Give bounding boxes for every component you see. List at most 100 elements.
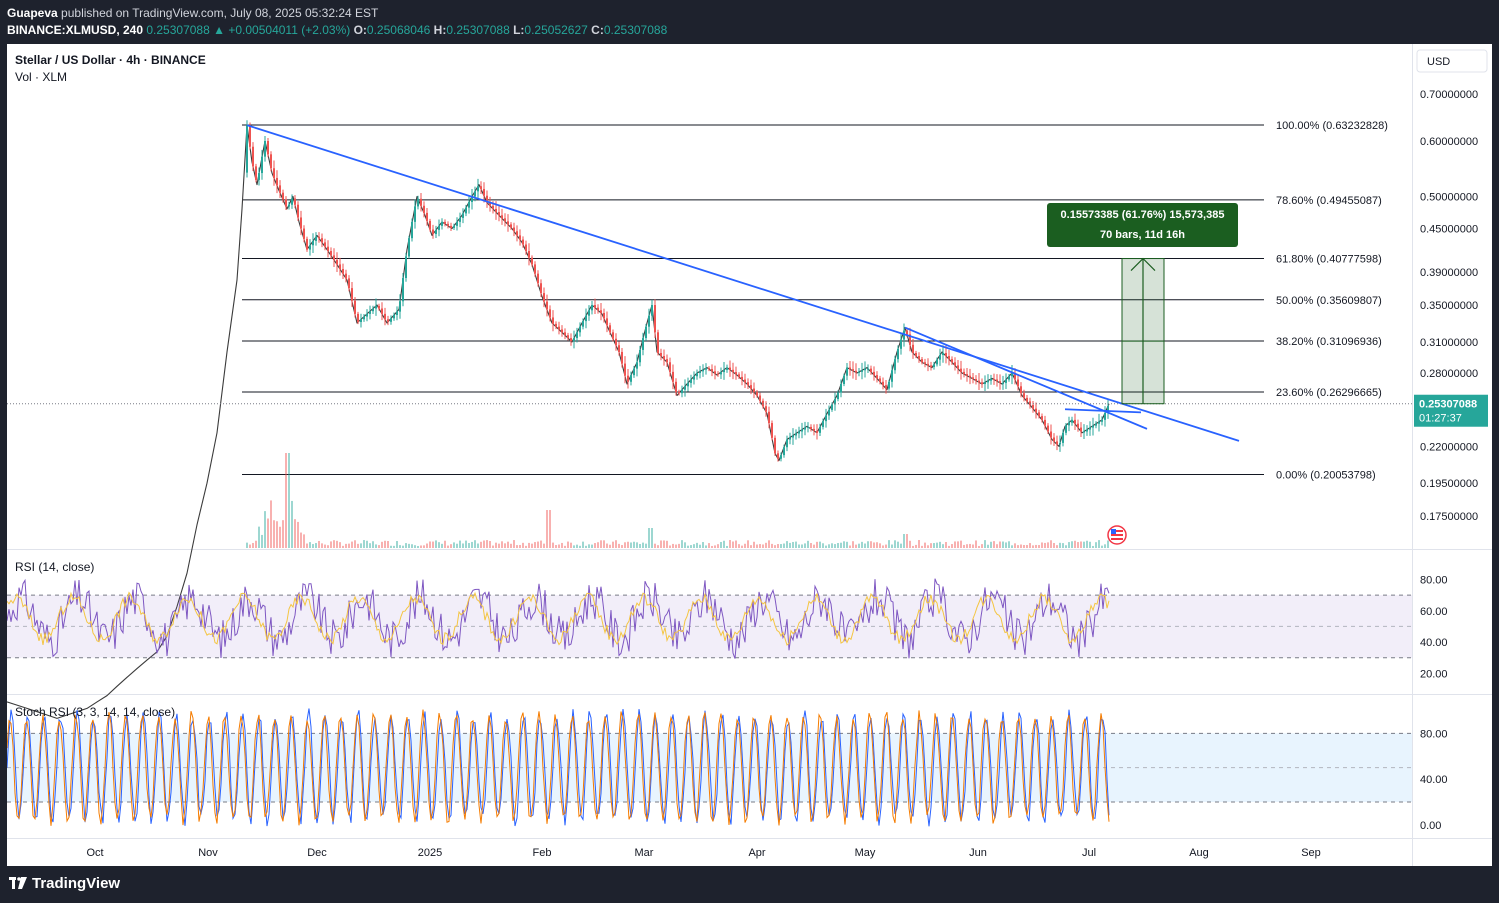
volume-bar (486, 540, 488, 548)
volume-bar (822, 543, 824, 548)
volume-bar (498, 543, 500, 548)
volume-bar (657, 545, 659, 548)
volume-bar (306, 543, 308, 548)
volume-bar (402, 545, 404, 548)
volume-bar (246, 542, 248, 548)
volume-bar (396, 541, 398, 548)
candle-body (972, 377, 974, 379)
stoch-title[interactable]: Stoch RSI (3, 3, 14, 14, close) (15, 705, 175, 719)
volume-bar (975, 540, 977, 548)
rsi-title[interactable]: RSI (14, close) (15, 560, 94, 574)
candle-body (753, 388, 755, 393)
candle-body (387, 319, 389, 322)
candle-body (987, 380, 989, 383)
volume-bar (756, 544, 758, 548)
volume-bar (570, 542, 572, 548)
ohlc-line: BINANCE:XLMUSD, 240 0.25307088 ▲ +0.0050… (7, 23, 667, 37)
candle-body (267, 141, 269, 155)
volume-bar (669, 545, 671, 548)
volume-bar (786, 541, 788, 548)
author-name[interactable]: Guapeva (7, 6, 58, 20)
candle-body (339, 264, 341, 270)
candle-body (519, 235, 521, 240)
volume-bar (933, 543, 935, 548)
measure-tool[interactable]: 0.15573385 (61.76%) 15,573,385 70 bars, 1… (1047, 203, 1238, 405)
price-tick: 0.17500000 (1420, 511, 1478, 523)
volume-bar (654, 543, 656, 548)
candle-body (621, 351, 623, 364)
volume-bar (444, 540, 446, 548)
chart-area[interactable]: 100.00% (0.63232828) 78.60% (0.49455087) 6… (6, 44, 1492, 866)
open-value: 0.25068046 (366, 23, 431, 37)
candle-body (441, 221, 443, 226)
volume-bar (840, 542, 842, 548)
volume-bar (1005, 542, 1007, 548)
volume-bar (846, 541, 848, 548)
volume-bar (1053, 542, 1055, 548)
candle-body (759, 395, 761, 401)
candle-body (294, 198, 296, 205)
volume-bar (639, 543, 641, 548)
fib-retracement[interactable]: 100.00% (0.63232828) 78.60% (0.49455087) 6… (242, 120, 1388, 482)
volume-bar (1038, 545, 1040, 548)
candle-body (777, 453, 779, 459)
candle-body (567, 335, 569, 339)
price-tick: 0.70000000 (1420, 89, 1478, 101)
candle-body (390, 318, 392, 322)
volume-bar (747, 540, 749, 548)
candle-body (963, 371, 965, 375)
volume-bar (723, 540, 725, 548)
volume-bar (381, 541, 383, 548)
time-label-3: 2025 (418, 847, 442, 859)
volume-bar (351, 541, 353, 548)
candle-body (516, 231, 518, 236)
candle-body (282, 192, 284, 200)
candle-body (1068, 422, 1070, 426)
candle-body (1035, 408, 1037, 413)
volume-bar (627, 541, 629, 548)
candle-body (1053, 437, 1055, 442)
candle-body (705, 368, 707, 370)
volume-bar (867, 541, 869, 548)
candle-body (474, 191, 476, 197)
osc-tick: 40.00 (1420, 637, 1448, 649)
volume-bar (534, 542, 536, 548)
open-label: O: (353, 23, 367, 37)
volume-bar (495, 542, 497, 548)
trendlines[interactable] (246, 124, 1240, 442)
us-flag-icon[interactable] (1107, 525, 1127, 545)
candle-body (564, 332, 566, 336)
volume-bar (510, 543, 512, 548)
volume-bar (267, 518, 269, 548)
candle-body (888, 381, 890, 389)
tradingview-logo[interactable]: TradingView (9, 875, 120, 892)
candle-body (813, 428, 815, 431)
symbol-title[interactable]: Stellar / US Dollar · 4h · BINANCE (15, 53, 206, 67)
candle-body (756, 392, 758, 396)
chart-svg[interactable]: 100.00% (0.63232828) 78.60% (0.49455087) 6… (6, 44, 1492, 866)
candle-body (357, 313, 359, 323)
candle-body (666, 359, 668, 363)
price-tick: 0.60000000 (1420, 136, 1478, 148)
volume-bar (753, 541, 755, 548)
volume-bar (720, 541, 722, 548)
candle-body (702, 369, 704, 372)
volume-bar (804, 543, 806, 548)
volume-bar (516, 545, 518, 548)
candle-body (426, 212, 428, 221)
candle-body (1017, 379, 1019, 387)
volume-bar (573, 545, 575, 548)
candle-body (807, 426, 809, 428)
volume-bar (291, 500, 293, 548)
osc-tick: 80.00 (1420, 728, 1448, 740)
volume-bar (1092, 545, 1094, 548)
candle-body (936, 359, 938, 365)
candle-body (540, 283, 542, 294)
candle-body (693, 376, 695, 380)
volume-bar (276, 521, 278, 548)
osc-tick: 80.00 (1420, 574, 1448, 586)
volume-legend[interactable]: Vol · XLM (15, 70, 67, 84)
candle-body (852, 369, 854, 371)
candle-body (528, 251, 530, 258)
measure-label-line2: 70 bars, 11d 16h (1100, 229, 1185, 241)
